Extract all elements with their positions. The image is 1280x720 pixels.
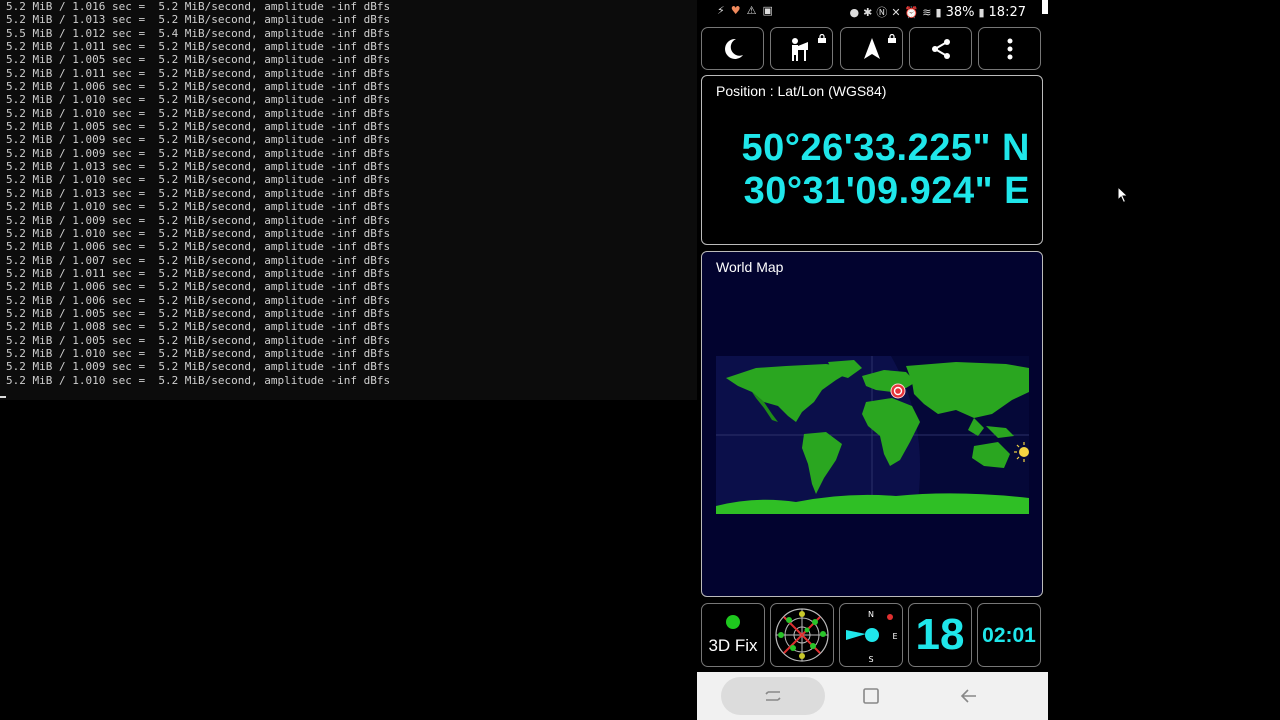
terminal-line: 5.2 MiB / 1.010 sec = 5.2 MiB/second, am… (6, 173, 391, 187)
terminal-line: 5.2 MiB / 1.011 sec = 5.2 MiB/second, am… (6, 40, 391, 54)
navigation-bar (697, 672, 1048, 720)
terminal-line: 5.5 MiB / 1.012 sec = 5.4 MiB/second, am… (6, 26, 391, 40)
mute-icon: ✕ (891, 5, 901, 19)
home-icon (863, 688, 879, 704)
terminal-line: 5.2 MiB / 1.013 sec = 5.2 MiB/second, am… (6, 160, 391, 174)
phone-screen: ⚡ ♥ ⚠ ▣ ● ✱ Ⓝ ✕ ⏰ ≋ ▮ 38% ▮ 18:27 Positi… (697, 0, 1048, 720)
fix-time-value: 02:01 (982, 624, 1036, 647)
satellites-count: 18 (915, 610, 965, 659)
people-lock-icon (791, 37, 808, 61)
terminal-line: 5.2 MiB / 1.006 sec = 5.2 MiB/second, am… (6, 80, 391, 94)
recents-button[interactable] (761, 684, 785, 708)
toolbar (701, 27, 1043, 71)
status-bar: ⚡ ♥ ⚠ ▣ ● ✱ Ⓝ ✕ ⏰ ≋ ▮ 38% ▮ 18:27 (697, 0, 1048, 24)
back-button[interactable] (957, 684, 981, 708)
more-vert-icon (1007, 38, 1012, 59)
navigation-lock-button[interactable] (840, 27, 903, 70)
compass-icon: N S E (846, 610, 898, 664)
terminal-output: 5.2 MiB / 1.016 sec = 5.2 MiB/second, am… (6, 0, 390, 387)
location-icon: ● (849, 5, 860, 19)
terminal-line: 5.2 MiB / 1.010 sec = 5.2 MiB/second, am… (6, 106, 391, 120)
world-map-panel[interactable]: World Map (701, 251, 1043, 597)
longitude-value: 30°31'09.924" E (743, 170, 1030, 212)
compass-n-label: N (868, 610, 874, 619)
terminal-line: 5.2 MiB / 1.009 sec = 5.2 MiB/second, am… (6, 146, 391, 160)
recents-icon (765, 691, 781, 701)
night-mode-button[interactable] (701, 27, 764, 70)
signal-icon: ▮ (935, 5, 942, 19)
terminal-line: 5.2 MiB / 1.006 sec = 5.2 MiB/second, am… (6, 293, 391, 307)
terminal-line: 5.2 MiB / 1.006 sec = 5.2 MiB/second, am… (6, 280, 391, 294)
battery-percent: 38% (945, 4, 975, 20)
terminal-line: 5.2 MiB / 1.010 sec = 5.2 MiB/second, am… (6, 346, 391, 360)
terminal-line: 5.2 MiB / 1.010 sec = 5.2 MiB/second, am… (6, 93, 391, 107)
share-icon (931, 38, 950, 59)
alarm-icon: ⏰ (904, 5, 919, 19)
terminal-line: 5.2 MiB / 1.009 sec = 5.2 MiB/second, am… (6, 213, 391, 227)
terminal-line: 5.2 MiB / 1.005 sec = 5.2 MiB/second, am… (6, 306, 391, 320)
lock-icon (888, 34, 896, 43)
battery-icon: ▮ (978, 5, 985, 19)
terminal-cursor (0, 396, 6, 398)
terminal-line: 5.2 MiB / 1.009 sec = 5.2 MiB/second, am… (6, 360, 391, 374)
heart-icon: ♥ (730, 4, 741, 17)
share-button[interactable] (909, 27, 972, 70)
mouse-pointer-icon (1117, 186, 1129, 204)
compass-s-label: S (868, 655, 873, 664)
terminal-line: 5.2 MiB / 1.005 sec = 5.2 MiB/second, am… (6, 333, 391, 347)
fix-status-label: 3D Fix (708, 636, 758, 655)
fix-status-tile[interactable]: 3D Fix (701, 603, 765, 667)
terminal-line: 5.2 MiB / 1.008 sec = 5.2 MiB/second, am… (6, 320, 391, 334)
terminal-line: 5.2 MiB / 1.009 sec = 5.2 MiB/second, am… (6, 133, 391, 147)
position-panel[interactable]: Position : Lat/Lon (WGS84) 50°26'33.225"… (701, 75, 1043, 245)
night-mode-icon (724, 38, 743, 59)
terminal-line: 5.2 MiB / 1.016 sec = 5.2 MiB/second, am… (6, 0, 391, 13)
home-button[interactable] (859, 684, 883, 708)
lock-icon (818, 34, 826, 43)
terminal-line: 5.2 MiB / 1.011 sec = 5.2 MiB/second, am… (6, 66, 391, 80)
position-title: Position : Lat/Lon (WGS84) (716, 83, 887, 99)
terminal-line: 5.2 MiB / 1.013 sec = 5.2 MiB/second, am… (6, 13, 391, 27)
screen-edge (1042, 0, 1048, 14)
terminal-line: 5.2 MiB / 1.010 sec = 5.2 MiB/second, am… (6, 373, 391, 387)
people-lock-button[interactable] (770, 27, 833, 70)
terminal-line: 5.2 MiB / 1.005 sec = 5.2 MiB/second, am… (6, 53, 391, 67)
compass-e-label: E (892, 632, 897, 641)
world-map-title: World Map (716, 259, 784, 275)
navigation-arrow-icon (863, 37, 880, 59)
bluetooth-icon: ✱ (863, 5, 873, 19)
terminal-line: 5.2 MiB / 1.013 sec = 5.2 MiB/second, am… (6, 186, 391, 200)
fix-indicator-dot (726, 615, 740, 629)
terminal-line: 5.2 MiB / 1.011 sec = 5.2 MiB/second, am… (6, 266, 391, 280)
terminal-line: 5.2 MiB / 1.006 sec = 5.2 MiB/second, am… (6, 240, 391, 254)
terminal-line: 5.2 MiB / 1.007 sec = 5.2 MiB/second, am… (6, 253, 391, 267)
status-time: 18:27 (988, 4, 1026, 20)
wifi-icon: ≋ (922, 5, 932, 19)
terminal-line: 5.2 MiB / 1.010 sec = 5.2 MiB/second, am… (6, 226, 391, 240)
compass-tile[interactable]: N S E (839, 603, 903, 667)
latitude-value: 50°26'33.225" N (741, 127, 1030, 169)
satellites-count-tile[interactable]: 18 (908, 603, 972, 667)
warning-icon: ⚠ (746, 4, 757, 17)
satellite-sky-icon (775, 608, 829, 662)
terminal-line: 5.2 MiB / 1.010 sec = 5.2 MiB/second, am… (6, 200, 391, 214)
sky-view-tile[interactable] (770, 603, 834, 667)
image-icon: ▣ (762, 4, 773, 17)
back-icon (960, 689, 976, 703)
usb-icon: ⚡ (717, 4, 725, 17)
terminal-line: 5.2 MiB / 1.005 sec = 5.2 MiB/second, am… (6, 120, 391, 134)
more-options-button[interactable] (978, 27, 1041, 70)
terminal-window[interactable]: 5.2 MiB / 1.016 sec = 5.2 MiB/second, am… (0, 0, 697, 400)
nfc-icon: Ⓝ (876, 6, 888, 19)
world-map[interactable] (716, 356, 1029, 514)
location-marker[interactable] (890, 383, 906, 399)
time-tile[interactable]: 02:01 (977, 603, 1041, 667)
